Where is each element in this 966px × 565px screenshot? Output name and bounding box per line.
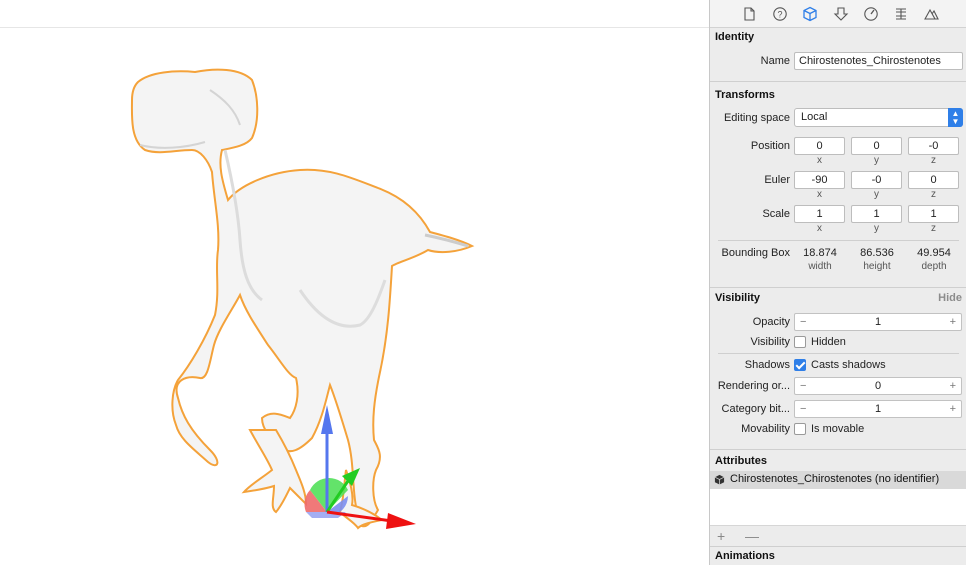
editing-space-label: Editing space <box>723 112 790 124</box>
visibility-inner-divider <box>718 353 959 354</box>
chevron-updown-icon: ▲ ▼ <box>948 108 963 127</box>
transforms-section-title: Transforms <box>715 89 775 101</box>
visibility-section-title: Visibility <box>715 292 761 304</box>
euler-label: Euler <box>764 174 790 186</box>
category-bitmask-label: Category bit... <box>721 403 790 415</box>
section-divider <box>710 449 966 450</box>
node-cube-icon[interactable] <box>802 6 818 22</box>
scale-y-caption: y <box>874 223 879 234</box>
bounding-box-height: 86.536 <box>860 247 894 259</box>
hidden-checkbox[interactable] <box>794 336 806 348</box>
bounding-box-height-caption: height <box>863 261 891 272</box>
euler-y-caption: y <box>874 189 879 200</box>
cube-icon <box>714 474 725 485</box>
euler-x-caption: x <box>817 189 822 200</box>
attribute-list-controls: + — <box>710 525 966 547</box>
euler-x-field[interactable]: -90 <box>794 171 845 189</box>
position-x-field[interactable]: 0 <box>794 137 845 155</box>
decrement-icon[interactable]: − <box>800 378 806 394</box>
category-bitmask-value: 1 <box>874 403 882 415</box>
bounding-box-width: 18.874 <box>803 247 837 259</box>
movability-label: Movability <box>741 423 790 435</box>
gizmo-x-arrow[interactable] <box>386 513 416 529</box>
bounding-box-label: Bounding Box <box>721 247 791 259</box>
opacity-value: 1 <box>874 316 882 328</box>
scale-x-field[interactable]: 1 <box>794 205 845 223</box>
euler-z-caption: z <box>931 189 936 200</box>
identity-section-title: Identity <box>715 31 755 43</box>
casts-shadows-checkbox[interactable] <box>794 359 806 371</box>
scale-z-caption: z <box>931 223 936 234</box>
svg-text:?: ? <box>777 10 782 20</box>
increment-icon[interactable]: + <box>950 314 956 330</box>
opacity-stepper[interactable]: − 1 + <box>794 313 962 331</box>
bounding-box-width-caption: width <box>808 261 832 272</box>
section-divider <box>710 287 966 288</box>
scene-viewport[interactable] <box>0 0 709 565</box>
scale-z-field[interactable]: 1 <box>908 205 959 223</box>
shadows-label: Shadows <box>744 359 790 371</box>
bounding-box-depth-caption: depth <box>921 261 947 272</box>
scale-y-field[interactable]: 1 <box>851 205 902 223</box>
file-icon[interactable] <box>741 6 757 22</box>
decrement-icon[interactable]: − <box>800 314 806 330</box>
position-x-caption: x <box>817 155 822 166</box>
remove-attribute-button[interactable]: — <box>745 528 759 544</box>
attribute-list-item[interactable]: Chirostenotes_Chirostenotes (no identifi… <box>710 471 966 489</box>
is-movable-label: Is movable <box>811 423 865 435</box>
hide-section-button[interactable]: Hide <box>938 292 962 304</box>
rendering-order-label: Rendering or... <box>717 380 790 392</box>
add-attribute-button[interactable]: + <box>717 528 725 544</box>
hidden-checkbox-label: Hidden <box>811 336 846 348</box>
section-divider <box>710 546 966 547</box>
position-z-caption: z <box>931 155 936 166</box>
visibility-label: Visibility <box>750 336 790 348</box>
node-inspector: ? Identity Name Chirostenotes_Chirosteno… <box>709 0 966 565</box>
euler-z-field[interactable]: 0 <box>908 171 959 189</box>
attributes-section-title: Attributes <box>715 455 767 467</box>
name-label: Name <box>760 55 790 67</box>
dinosaur-model[interactable] <box>130 68 475 530</box>
casts-shadows-label: Casts shadows <box>811 359 886 371</box>
help-icon[interactable]: ? <box>772 6 788 22</box>
animations-section-title: Animations <box>715 550 775 562</box>
section-divider <box>710 81 966 82</box>
position-label: Position <box>750 140 790 152</box>
increment-icon[interactable]: + <box>950 401 956 417</box>
opacity-label: Opacity <box>752 316 790 328</box>
constraints-icon[interactable] <box>893 6 909 22</box>
bounding-box-depth: 49.954 <box>917 247 951 259</box>
decrement-icon[interactable]: − <box>800 401 806 417</box>
scene-canvas[interactable] <box>0 0 709 565</box>
speed-icon[interactable] <box>863 6 879 22</box>
attribute-item-label: Chirostenotes_Chirostenotes (no identifi… <box>730 473 940 485</box>
scale-label: Scale <box>762 208 790 220</box>
scale-x-caption: x <box>817 223 822 234</box>
dinosaur-body <box>130 68 475 528</box>
editing-space-select[interactable]: Local ▲ ▼ <box>794 108 963 127</box>
material-icon[interactable] <box>923 6 939 22</box>
transform-inner-divider <box>718 240 959 241</box>
editing-space-value: Local <box>801 111 828 123</box>
position-z-field[interactable]: -0 <box>908 137 959 155</box>
increment-icon[interactable]: + <box>950 378 956 394</box>
inspector-tab-bar: ? <box>710 0 966 28</box>
rendering-order-value: 0 <box>874 380 882 392</box>
name-field[interactable]: Chirostenotes_Chirostenotes <box>794 52 963 70</box>
is-movable-checkbox[interactable] <box>794 423 806 435</box>
attribute-list-empty-area[interactable] <box>710 489 966 525</box>
category-bitmask-stepper[interactable]: − 1 + <box>794 400 962 418</box>
physics-icon[interactable] <box>833 6 849 22</box>
position-y-field[interactable]: 0 <box>851 137 902 155</box>
position-y-caption: y <box>874 155 879 166</box>
euler-y-field[interactable]: -0 <box>851 171 902 189</box>
rendering-order-stepper[interactable]: − 0 + <box>794 377 962 395</box>
